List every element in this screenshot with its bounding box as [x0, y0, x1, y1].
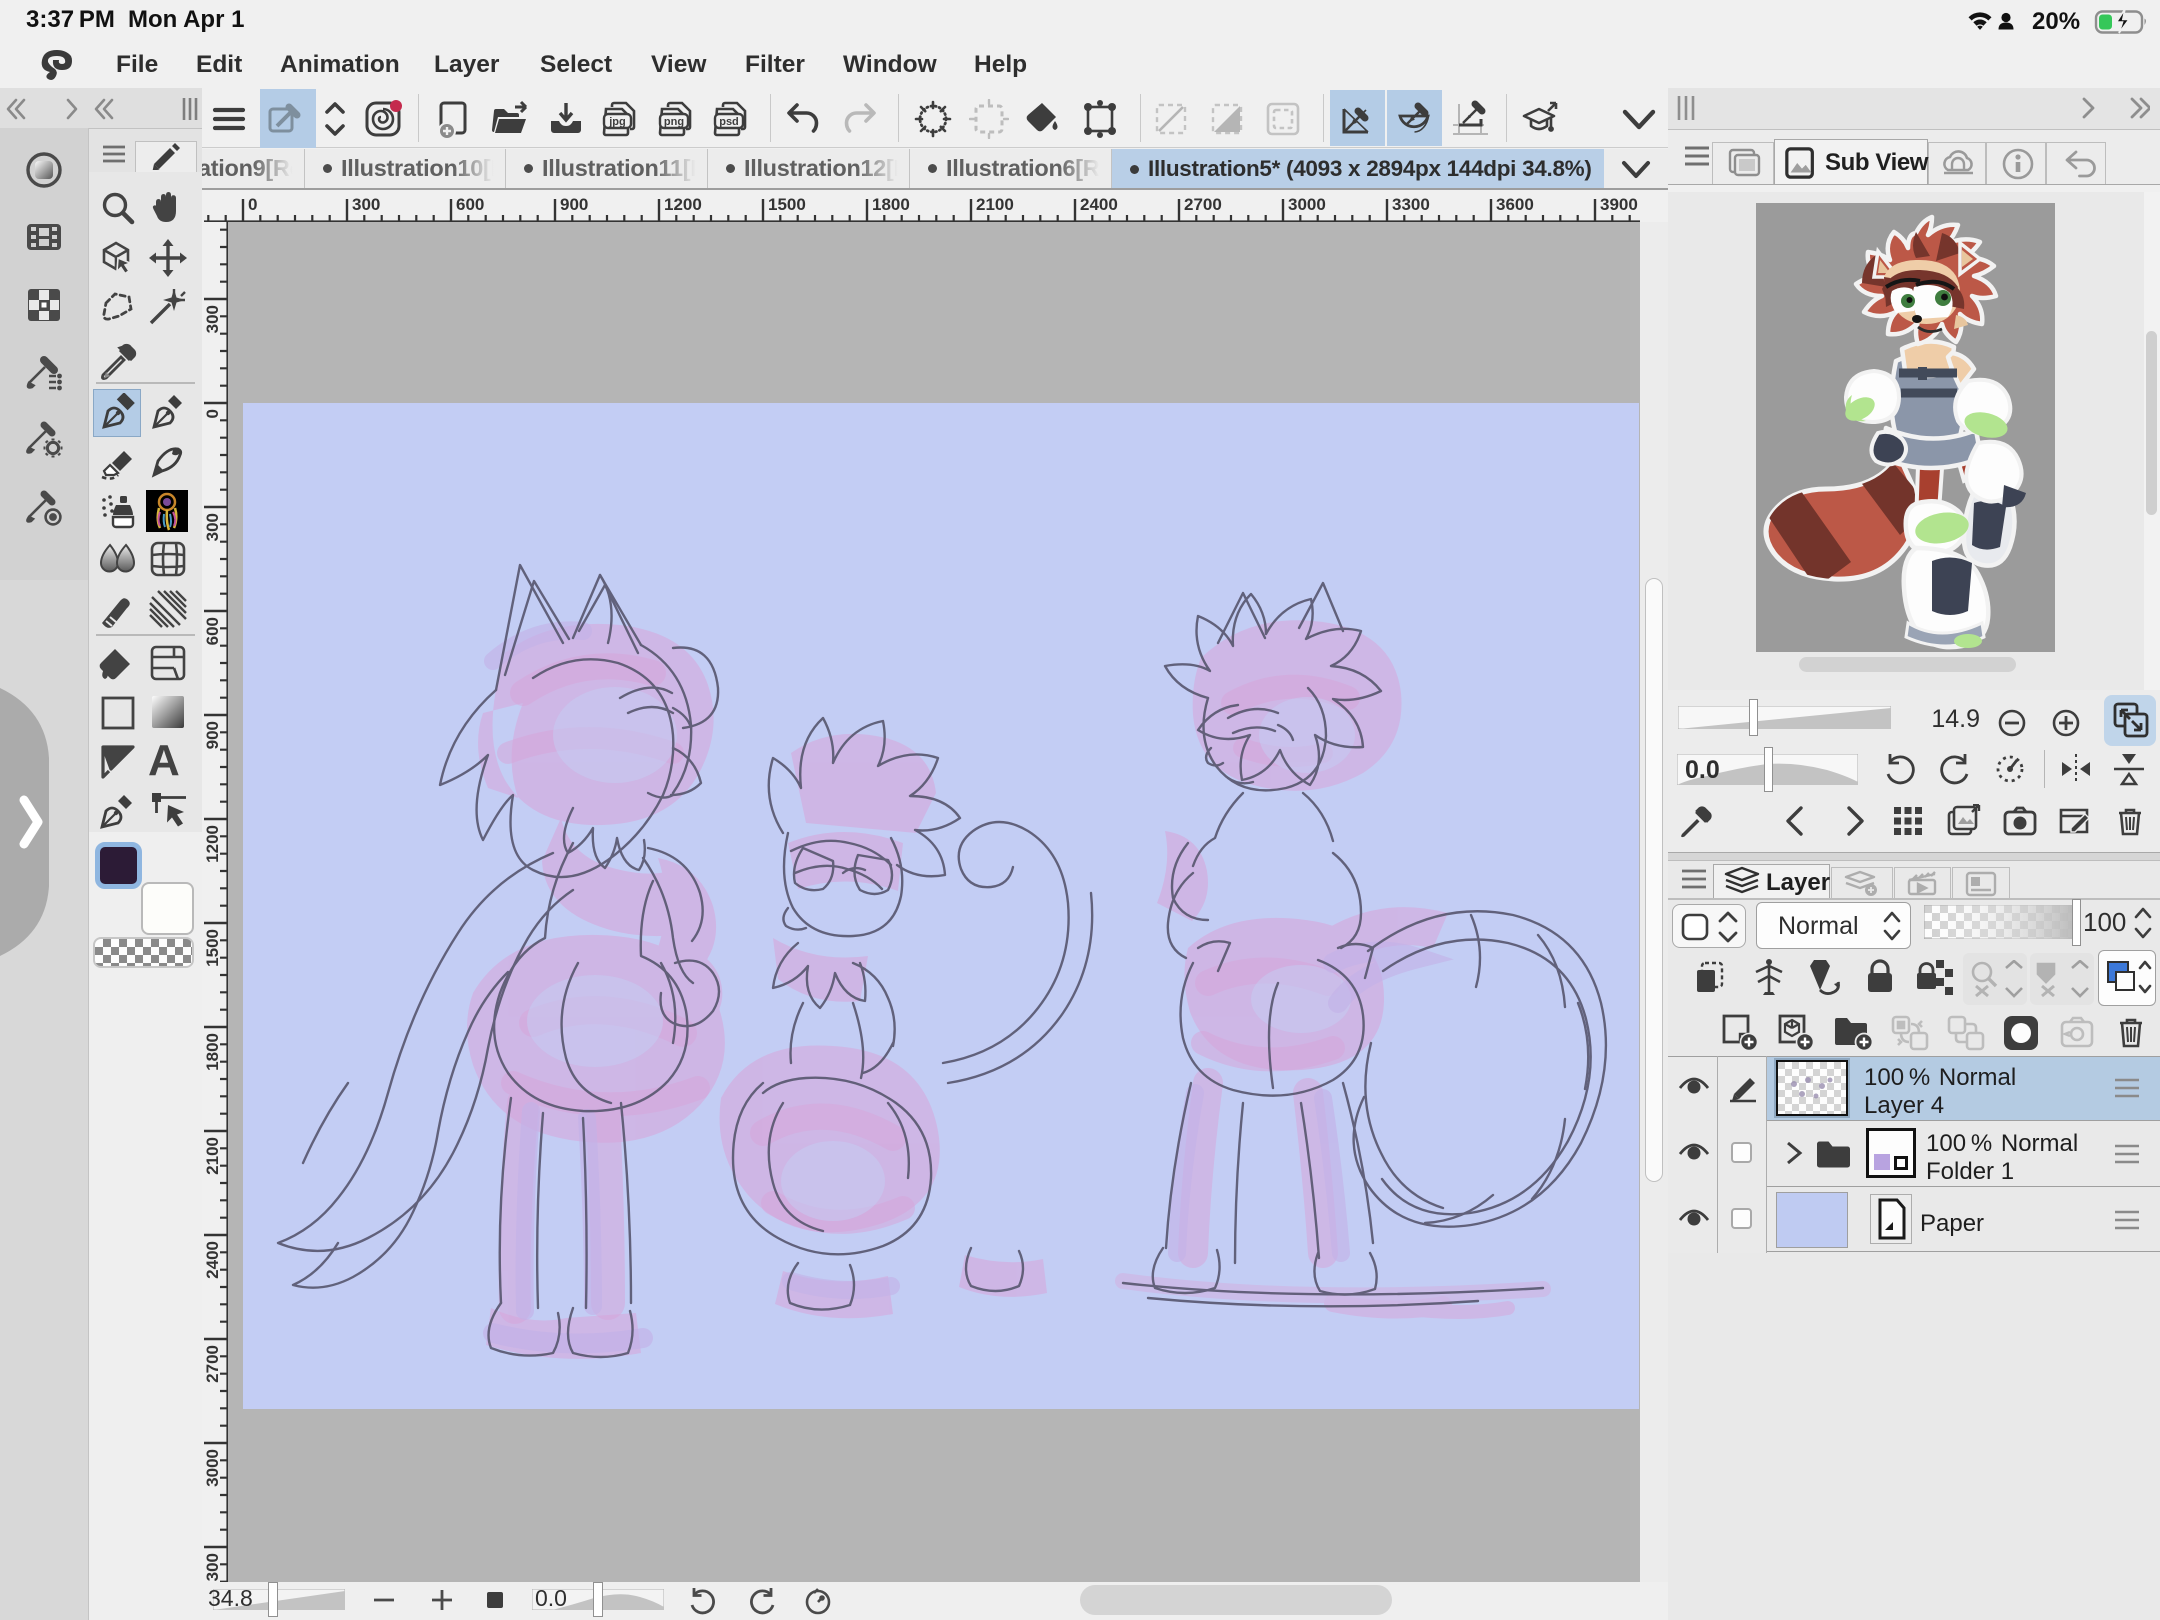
svg-text:2400: 2400 [1080, 195, 1118, 214]
svg-text:psd: psd [719, 116, 739, 128]
svg-text:2400: 2400 [204, 1241, 222, 1279]
svg-text:3000: 3000 [204, 1449, 222, 1487]
svg-text:3300: 3300 [1392, 195, 1430, 214]
svg-text:300: 300 [352, 195, 380, 214]
svg-text:3900: 3900 [1600, 195, 1638, 214]
svg-text:1800: 1800 [872, 195, 910, 214]
svg-text:jpg: jpg [608, 116, 626, 128]
svg-text:1500: 1500 [204, 929, 222, 967]
svg-text:300: 300 [204, 305, 222, 333]
svg-text:3600: 3600 [1496, 195, 1534, 214]
svg-text:20%: 20% [2032, 8, 2080, 35]
svg-text:2700: 2700 [204, 1345, 222, 1383]
svg-text:1200: 1200 [204, 825, 222, 863]
svg-text:1500: 1500 [768, 195, 806, 214]
svg-text:300: 300 [204, 513, 222, 541]
svg-text:900: 900 [204, 721, 222, 749]
svg-text:1800: 1800 [204, 1033, 222, 1071]
svg-text:2100: 2100 [204, 1137, 222, 1175]
svg-text:1200: 1200 [664, 195, 702, 214]
svg-text:600: 600 [456, 195, 484, 214]
svg-text:600: 600 [204, 617, 222, 645]
svg-text:3300: 3300 [204, 1553, 222, 1582]
svg-text:2700: 2700 [1184, 195, 1222, 214]
svg-text:png: png [664, 116, 684, 128]
svg-text:900: 900 [560, 195, 588, 214]
svg-text:0: 0 [248, 195, 257, 214]
svg-text:2100: 2100 [976, 195, 1014, 214]
svg-text:3000: 3000 [1288, 195, 1326, 214]
svg-text:0: 0 [204, 409, 222, 418]
